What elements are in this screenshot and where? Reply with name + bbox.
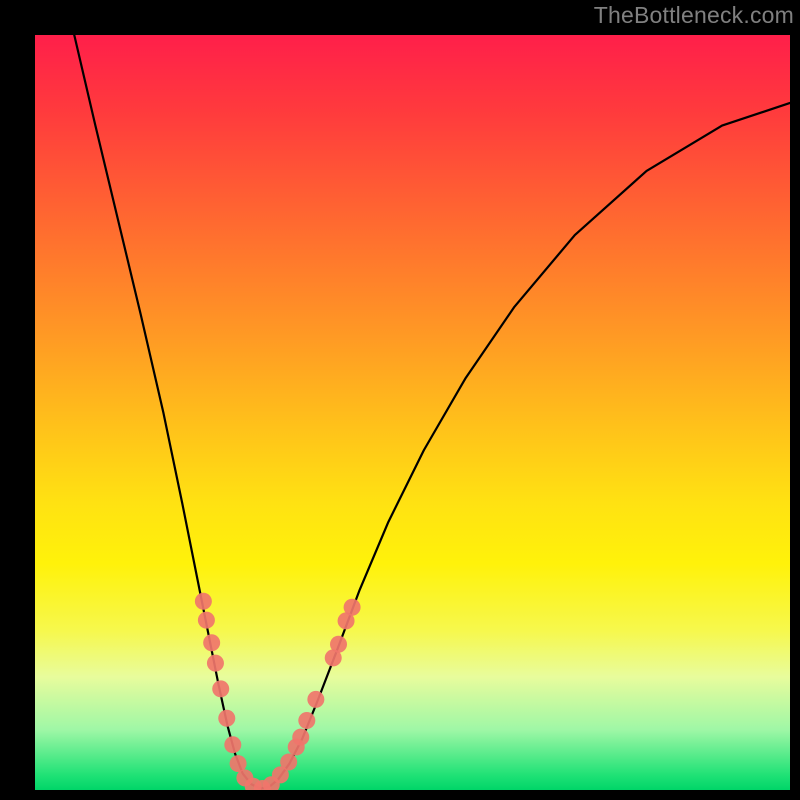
chart-frame: TheBottleneck.com (0, 0, 800, 800)
marker-dot (330, 636, 347, 653)
marker-dot (218, 710, 235, 727)
marker-dot (307, 691, 324, 708)
marker-dot (212, 680, 229, 697)
marker-dot (195, 593, 212, 610)
marker-dot (203, 634, 220, 651)
bottleneck-curve (74, 35, 790, 788)
watermark: TheBottleneck.com (594, 2, 794, 29)
marker-dot (224, 736, 241, 753)
marker-dot (344, 599, 361, 616)
marker-points (195, 593, 361, 790)
marker-dot (207, 655, 224, 672)
marker-dot (298, 712, 315, 729)
plot-area (35, 35, 790, 790)
marker-dot (198, 612, 215, 629)
marker-dot (292, 729, 309, 746)
plot-svg (35, 35, 790, 790)
marker-dot (280, 754, 297, 771)
